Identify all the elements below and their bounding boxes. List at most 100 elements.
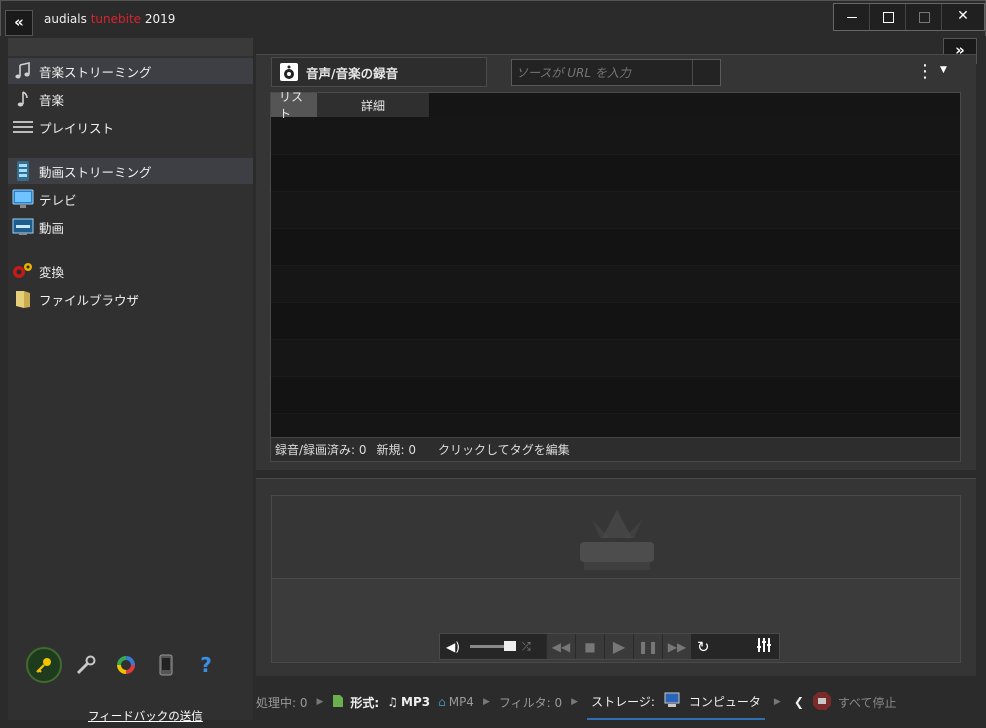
app-title-product: tunebite (90, 12, 142, 26)
volume-icon: ◀) (446, 639, 460, 654)
close-button[interactable]: ✕ (942, 4, 984, 30)
stop-all-button[interactable]: すべて停止 (838, 694, 897, 711)
music-note-icon: ♫ (387, 695, 398, 709)
list-item (271, 303, 960, 340)
sidebar-item-label: 音楽ストリーミング (39, 64, 152, 80)
list-item (271, 377, 960, 414)
list-item (271, 155, 960, 192)
folder-icon (12, 288, 34, 310)
speaker-icon (278, 61, 300, 83)
sidebar-item-music-streaming[interactable]: 音楽ストリーミング (8, 58, 253, 84)
feedback-link[interactable]: フィードバックの送信 (88, 708, 203, 724)
transport-bar: ◀) ⤮ ◀◀ ■ ▶ ❚❚ ▶▶ ↻ (439, 633, 780, 660)
sidebar-item-label: 変換 (39, 264, 65, 280)
list-item (271, 340, 960, 377)
tab-list[interactable]: リスト (271, 90, 317, 121)
sidebar-tools: ? (26, 646, 226, 684)
chevron-right-icon: ▶ (482, 697, 490, 707)
window-controls: ✕ (833, 3, 985, 31)
edit-tags-link[interactable]: クリックしてタグを編集 (438, 441, 570, 458)
collapse-sidebar-button[interactable]: « (5, 10, 33, 36)
equalizer-icon[interactable] (757, 638, 771, 655)
app-title-brand: audials (44, 12, 87, 26)
tv-icon (12, 188, 34, 210)
volume-slider[interactable] (469, 641, 516, 651)
new-count: 新規: 0 (376, 443, 417, 457)
storage-value: コンピュータ (688, 694, 761, 709)
sidebar-item-label: プレイリスト (39, 120, 115, 136)
sidebar-item-label: 動画 (39, 220, 65, 236)
sidebar-item-playlist[interactable]: プレイリスト (8, 114, 253, 140)
audio-recording-button[interactable]: 音声/音楽の録音 (271, 57, 487, 87)
volume-thumb[interactable] (503, 641, 516, 651)
list-item (271, 229, 960, 266)
more-options-icon[interactable]: ⋮ (916, 61, 934, 82)
previous-icon[interactable]: ◀◀ (546, 634, 575, 659)
list-status-bar: 録音/録画済み: 0 新規: 0 クリックしてタグを編集 (271, 437, 960, 461)
app-title-year: 2019 (144, 12, 176, 26)
recorded-count: 録音/録画済み: 0 (275, 443, 367, 457)
audials-logo-icon (580, 510, 654, 570)
list-item (271, 192, 960, 229)
sidebar-item-file-browser[interactable]: ファイルブラウザ (8, 286, 253, 312)
list-item (271, 118, 960, 155)
storage-selector[interactable]: ストレージ: コンピュータ (587, 684, 765, 720)
player-panel: ◀) ⤮ ◀◀ ■ ▶ ❚❚ ▶▶ ↻ (256, 478, 976, 676)
maximize-button[interactable] (870, 4, 906, 30)
processing-count[interactable]: 処理中: 0 (256, 694, 308, 711)
title-bar: « audials tunebite 2019 ✕ (0, 0, 986, 36)
sidebar-item-label: 音楽 (39, 92, 65, 108)
recording-panel: 音声/音楽の録音 ⋮ ▼ リスト 詳細 録音/録画済み: 0 新規: 0 クリッ… (256, 54, 976, 470)
collapse-status-icon[interactable]: ❮ (794, 695, 804, 709)
sidebar-item-video-streaming[interactable]: 動画ストリーミング (8, 158, 253, 184)
sidebar-item-video[interactable]: 動画 (8, 214, 253, 240)
pause-icon[interactable]: ❚❚ (633, 634, 662, 659)
sidebar-item-tv[interactable]: テレビ (8, 186, 253, 212)
convert-icon (12, 260, 34, 282)
playlist-icon (12, 116, 34, 138)
url-input[interactable] (512, 60, 692, 85)
stop-icon[interactable]: ■ (575, 634, 604, 659)
app-title: audials tunebite 2019 (44, 12, 175, 26)
format-audio[interactable]: MP3 (401, 695, 430, 709)
video-icon (12, 216, 34, 238)
shuffle-icon[interactable]: ⤮ (522, 640, 531, 654)
repeat-control: ↻ (691, 634, 779, 659)
sidebar-item-label: ファイルブラウザ (39, 292, 140, 308)
stop-all-icon (812, 691, 832, 714)
color-wheel-icon[interactable] (106, 646, 146, 684)
filter-count[interactable]: フィルタ: 0 (499, 694, 562, 711)
sidebar-item-convert[interactable]: 変換 (8, 258, 253, 284)
sidebar-item-label: 動画ストリーミング (39, 164, 152, 180)
format-icon (332, 694, 344, 711)
video-streaming-icon (12, 160, 34, 182)
help-icon[interactable]: ? (186, 646, 226, 684)
next-icon[interactable]: ▶▶ (662, 634, 691, 659)
list-item (271, 266, 960, 303)
wrench-icon[interactable] (66, 646, 106, 684)
sidebar-item-label: テレビ (39, 192, 77, 208)
mini-mode-button[interactable] (906, 4, 942, 30)
repeat-icon[interactable]: ↻ (697, 638, 710, 656)
list-rows (271, 118, 960, 438)
music-note-icon (12, 88, 34, 110)
sidebar: 音楽ストリーミング 音楽 プレイリスト 動画ストリーミング テレビ 動画 変換 … (8, 38, 253, 723)
volume-control[interactable]: ◀) ⤮ (440, 634, 546, 659)
recording-list: リスト 詳細 録音/録画済み: 0 新規: 0 クリックしてタグを編集 (270, 90, 961, 462)
chevron-right-icon: ▶ (571, 697, 579, 707)
minimize-button[interactable] (834, 4, 870, 30)
url-input-group (511, 59, 721, 86)
tab-details[interactable]: 詳細 (317, 93, 429, 117)
key-icon[interactable] (26, 647, 62, 683)
audio-recording-label: 音声/音楽の録音 (306, 65, 399, 81)
format-label[interactable]: 形式: (350, 694, 379, 711)
url-go-button[interactable] (692, 60, 720, 85)
status-bar: 処理中: 0 ▶ 形式: ♫ MP3 ⌂ MP4 ▶ フィルタ: 0 ▶ ストレ… (256, 684, 976, 720)
phone-icon[interactable] (146, 646, 186, 684)
play-icon[interactable]: ▶ (604, 634, 633, 659)
sidebar-item-music[interactable]: 音楽 (8, 86, 253, 112)
format-video[interactable]: MP4 (449, 695, 474, 709)
storage-label: ストレージ: (591, 694, 655, 709)
view-tabs: リスト 詳細 (271, 90, 429, 121)
chevron-down-icon[interactable]: ▼ (940, 65, 947, 75)
